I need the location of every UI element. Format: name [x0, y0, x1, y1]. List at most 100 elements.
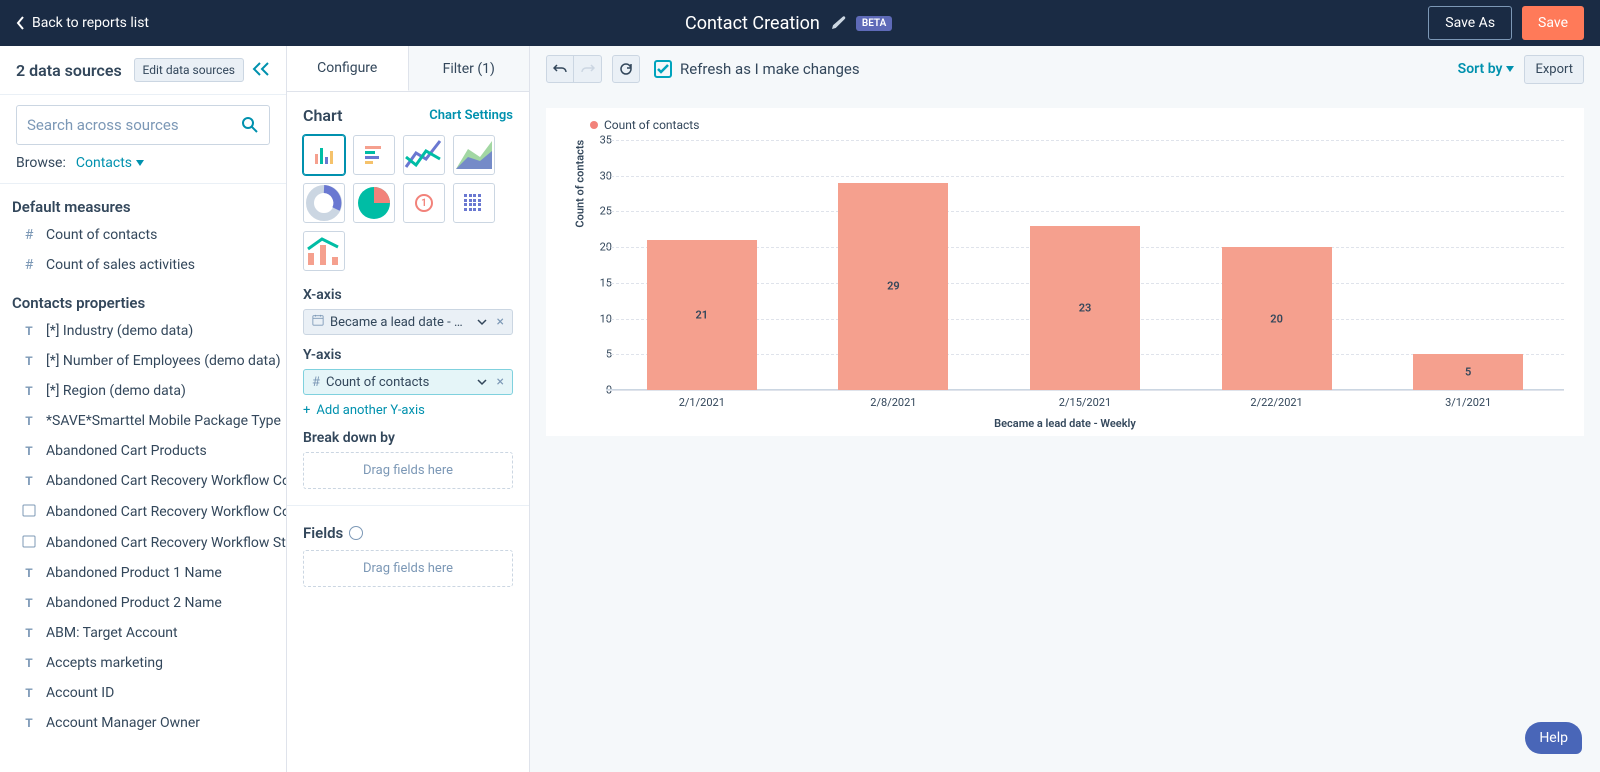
property-item[interactable]: TAbandoned Product 1 Name	[0, 558, 286, 588]
property-item[interactable]: TAbandoned Cart Recovery Workflow Con...	[0, 466, 286, 496]
beta-badge: BETA	[856, 16, 892, 31]
property-item[interactable]: T*SAVE*Smarttel Mobile Package Type	[0, 406, 286, 436]
measure-item[interactable]: #Count of sales activities	[0, 250, 286, 280]
tab-filter[interactable]: Filter (1)	[409, 46, 530, 91]
browse-dropdown[interactable]: Contacts	[76, 155, 144, 171]
properties-list: T[*] Industry (demo data) T[*] Number of…	[0, 316, 286, 738]
edit-sources-button[interactable]: Edit data sources	[134, 58, 244, 82]
text-type-icon: T	[22, 716, 36, 730]
y-axis-title: Count of contacts	[574, 140, 587, 228]
info-icon[interactable]	[349, 526, 363, 540]
search-field[interactable]	[27, 116, 241, 134]
chevron-left-icon	[16, 16, 26, 30]
chart-settings-link[interactable]: Chart Settings	[429, 108, 513, 123]
property-item[interactable]: TAccepts marketing	[0, 648, 286, 678]
chevron-down-icon	[477, 317, 487, 327]
chart-bar[interactable]: 23	[1030, 226, 1140, 390]
header-center: Contact Creation BETA	[149, 13, 1428, 34]
property-item[interactable]: TABM: Target Account	[0, 618, 286, 648]
add-y-axis-link[interactable]: + Add another Y-axis	[303, 403, 513, 418]
chart-toolbar: Refresh as I make changes Sort by Export	[530, 46, 1600, 92]
browse-label: Browse:	[16, 155, 66, 171]
property-item[interactable]: TAccount ID	[0, 678, 286, 708]
text-type-icon: T	[22, 596, 36, 610]
text-type-icon: T	[22, 384, 36, 398]
search-input[interactable]	[16, 105, 270, 145]
bar-value-label: 21	[696, 309, 709, 322]
remove-field-icon[interactable]: ×	[497, 374, 504, 390]
chart-type-kpi[interactable]: 1	[403, 183, 445, 223]
chart-heading: Chart	[303, 106, 343, 125]
back-link[interactable]: Back to reports list	[16, 15, 149, 31]
x-axis-field[interactable]: Became a lead date - Weekly ×	[303, 309, 513, 335]
configure-panel: Configure Filter (1) Chart Chart Setting…	[287, 46, 530, 772]
calendar-type-icon	[22, 503, 36, 520]
measures-heading: Default measures	[0, 184, 286, 220]
redo-button[interactable]	[574, 55, 602, 83]
property-item[interactable]: TAccount Manager Owner	[0, 708, 286, 738]
x-tick-label: 2/8/2021	[798, 396, 990, 409]
config-tabs: Configure Filter (1)	[287, 46, 529, 92]
auto-refresh-label: Refresh as I make changes	[680, 60, 860, 78]
bar-value-label: 5	[1465, 366, 1471, 379]
text-type-icon: T	[22, 324, 36, 338]
chart-type-area[interactable]	[453, 135, 495, 175]
search-icon	[241, 116, 259, 134]
property-item[interactable]: Abandoned Cart Recovery Workflow Con...	[0, 496, 286, 527]
property-item[interactable]: T[*] Region (demo data)	[0, 376, 286, 406]
export-button[interactable]: Export	[1524, 55, 1584, 84]
fields-drop-zone[interactable]: Drag fields here	[303, 550, 513, 587]
chevron-down-icon	[477, 377, 487, 387]
pencil-icon[interactable]	[830, 15, 846, 31]
chart-type-donut[interactable]	[303, 183, 345, 223]
tab-configure[interactable]: Configure	[287, 46, 409, 91]
fields-heading: Fields	[303, 524, 343, 542]
chart-type-pie[interactable]	[353, 183, 395, 223]
back-label: Back to reports list	[32, 15, 149, 31]
chart-type-combo[interactable]	[303, 231, 345, 271]
x-tick-label: 2/15/2021	[989, 396, 1181, 409]
help-button[interactable]: Help	[1525, 722, 1582, 754]
collapse-sidebar-icon[interactable]	[252, 61, 270, 80]
report-title: Contact Creation	[685, 13, 820, 34]
hash-icon: #	[312, 375, 320, 390]
text-type-icon: T	[22, 354, 36, 368]
chart-bar[interactable]: 29	[838, 183, 948, 390]
remove-field-icon[interactable]: ×	[497, 314, 504, 330]
header-actions: Save As Save	[1428, 6, 1584, 40]
chart-bar[interactable]: 20	[1222, 247, 1332, 390]
hash-icon: #	[22, 227, 36, 243]
sources-sidebar: 2 data sources Edit data sources Browse:…	[0, 46, 287, 772]
chart-bar[interactable]: 5	[1413, 354, 1523, 390]
save-button[interactable]: Save	[1522, 6, 1584, 40]
property-item[interactable]: T[*] Industry (demo data)	[0, 316, 286, 346]
chart-type-horizontal-bar[interactable]	[353, 135, 395, 175]
chart-bar[interactable]: 21	[647, 240, 757, 390]
chart-panel: Refresh as I make changes Sort by Export…	[530, 46, 1600, 772]
y-axis-field[interactable]: # Count of contacts ×	[303, 369, 513, 395]
chart-type-bar[interactable]	[303, 135, 345, 175]
text-type-icon: T	[22, 474, 36, 488]
bar-value-label: 20	[1270, 312, 1283, 325]
property-item[interactable]: Abandoned Cart Recovery Workflow Start..…	[0, 527, 286, 558]
property-item[interactable]: TAbandoned Cart Products	[0, 436, 286, 466]
measure-item[interactable]: #Count of contacts	[0, 220, 286, 250]
sort-by-dropdown[interactable]: Sort by	[1458, 61, 1515, 77]
breakdown-drop-zone[interactable]: Drag fields here	[303, 452, 513, 489]
calendar-type-icon	[22, 534, 36, 551]
hash-icon: #	[22, 257, 36, 273]
measures-list: #Count of contacts #Count of sales activ…	[0, 220, 286, 280]
chart-type-table[interactable]	[453, 183, 495, 223]
plus-icon: +	[303, 403, 310, 418]
save-as-button[interactable]: Save As	[1428, 6, 1512, 40]
auto-refresh-checkbox[interactable]	[654, 60, 672, 78]
chart-type-line[interactable]	[403, 135, 445, 175]
refresh-button[interactable]	[612, 55, 640, 83]
property-item[interactable]: TAbandoned Product 2 Name	[0, 588, 286, 618]
undo-button[interactable]	[546, 55, 574, 83]
legend-label: Count of contacts	[604, 118, 699, 132]
chart-legend: Count of contacts	[590, 118, 1564, 132]
x-axis-label: X-axis	[303, 287, 513, 303]
property-item[interactable]: T[*] Number of Employees (demo data)	[0, 346, 286, 376]
x-tick-label: 2/1/2021	[606, 396, 798, 409]
